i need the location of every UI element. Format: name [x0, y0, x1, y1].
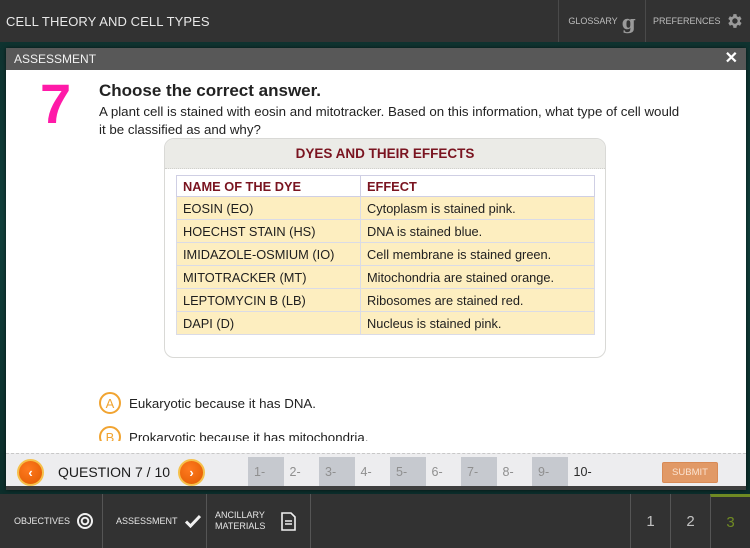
- ancillary-label: ANCILLARY MATERIALS: [215, 510, 265, 532]
- assessment-button[interactable]: ASSESSMENT: [103, 494, 207, 548]
- question-page-3[interactable]: 3-: [319, 456, 355, 488]
- document-icon: [281, 511, 297, 531]
- question-page-4[interactable]: 4-: [355, 457, 391, 488]
- preferences-button[interactable]: PREFERENCES: [645, 0, 750, 42]
- modal-header: ASSESSMENT ✕: [6, 48, 746, 70]
- objectives-button[interactable]: OBJECTIVES: [0, 494, 103, 548]
- table-row: IMIDAZOLE-OSMIUM (IO) Cell membrane is s…: [176, 242, 595, 266]
- footer-page-1[interactable]: 1: [630, 494, 670, 548]
- chevron-left-icon: ‹: [28, 464, 33, 480]
- question-page-7[interactable]: 7-: [461, 456, 497, 488]
- column-header-effect: EFFECT: [360, 175, 595, 197]
- dye-name: HOECHST STAIN (HS): [176, 219, 361, 243]
- glossary-label: GLOSSARY: [568, 16, 618, 26]
- question-heading: Choose the correct answer.: [99, 81, 322, 100]
- glossary-icon: g: [621, 10, 636, 34]
- top-bar: CELL THEORY AND CELL TYPES GLOSSARY g PR…: [0, 0, 750, 42]
- table-row: DAPI (D) Nucleus is stained pink.: [176, 311, 595, 335]
- glossary-button[interactable]: GLOSSARY g: [558, 0, 645, 42]
- modal-title: ASSESSMENT: [14, 52, 97, 66]
- dye-effect: Ribosomes are stained red.: [360, 288, 595, 312]
- dye-name: IMIDAZOLE-OSMIUM (IO): [176, 242, 361, 266]
- question-page-5[interactable]: 5-: [390, 456, 426, 488]
- option-a[interactable]: A Eukaryotic because it has DNA.: [99, 392, 699, 414]
- dye-effect: Mitochondria are stained orange.: [360, 265, 595, 289]
- footer-spacer: [311, 494, 630, 548]
- dye-name: EOSIN (EO): [176, 196, 361, 220]
- nav-bottom-strip: [6, 486, 746, 490]
- preferences-label: PREFERENCES: [653, 16, 721, 26]
- table-header-row: NAME OF THE DYE EFFECT: [176, 175, 595, 197]
- ancillary-materials-button[interactable]: ANCILLARY MATERIALS: [207, 494, 311, 548]
- dyes-table-panel: DYES AND THEIR EFFECTS NAME OF THE DYE E…: [164, 138, 606, 358]
- option-letter-b[interactable]: B: [99, 426, 121, 441]
- question-counter: QUESTION 7 / 10: [58, 464, 171, 480]
- chevron-right-icon: ›: [189, 464, 194, 480]
- previous-question-button[interactable]: ‹: [17, 458, 44, 486]
- question-pages: 1- 2- 3- 4- 5- 6- 7- 8- 9- 10-: [248, 456, 604, 488]
- table-row: EOSIN (EO) Cytoplasm is stained pink.: [176, 196, 595, 220]
- checkmark-icon: [184, 514, 201, 528]
- objectives-label: OBJECTIVES: [14, 516, 71, 526]
- footer-page-2[interactable]: 2: [670, 494, 710, 548]
- dye-name: DAPI (D): [176, 311, 361, 335]
- target-icon: [77, 513, 94, 529]
- app-title: CELL THEORY AND CELL TYPES: [6, 13, 210, 29]
- next-question-button[interactable]: ›: [178, 458, 206, 486]
- answer-options: A Eukaryotic because it has DNA. B Proka…: [99, 392, 699, 441]
- footer-bar: OBJECTIVES ASSESSMENT ANCILLARY MATERIAL…: [0, 494, 750, 548]
- table-row: LEPTOMYCIN B (LB) Ribosomes are stained …: [176, 288, 595, 312]
- dye-name: LEPTOMYCIN B (LB): [176, 288, 361, 312]
- dye-name: MITOTRACKER (MT): [176, 265, 361, 289]
- close-icon[interactable]: ✕: [725, 51, 738, 67]
- question-number: 7: [40, 72, 72, 135]
- assessment-modal: ASSESSMENT ✕ 7 Choose the correct answer…: [6, 48, 746, 490]
- question-page-1[interactable]: 1-: [248, 456, 284, 488]
- column-header-dye: NAME OF THE DYE: [176, 175, 361, 197]
- option-text-a[interactable]: Eukaryotic because it has DNA.: [129, 396, 316, 411]
- table-row: MITOTRACKER (MT) Mitochondria are staine…: [176, 265, 595, 289]
- ancillary-label-line-2: MATERIALS: [215, 521, 266, 531]
- option-b[interactable]: B Prokaryotic because it has mitochondri…: [99, 426, 699, 441]
- dye-effect: DNA is stained blue.: [360, 219, 595, 243]
- dyes-table: NAME OF THE DYE EFFECT EOSIN (EO) Cytopl…: [176, 175, 595, 335]
- table-row: HOECHST STAIN (HS) DNA is stained blue.: [176, 219, 595, 243]
- ancillary-label-line-1: ANCILLARY: [215, 510, 265, 520]
- footer-page-3[interactable]: 3: [710, 494, 750, 548]
- submit-button[interactable]: SUBMIT: [662, 461, 718, 483]
- question-page-2[interactable]: 2-: [284, 457, 320, 488]
- dye-effect: Nucleus is stained pink.: [360, 311, 595, 335]
- option-text-b[interactable]: Prokaryotic because it has mitochondria.: [129, 430, 368, 442]
- question-page-8[interactable]: 8-: [497, 457, 533, 488]
- table-title: DYES AND THEIR EFFECTS: [165, 139, 605, 169]
- option-letter-a[interactable]: A: [99, 392, 121, 414]
- question-text: A plant cell is stained with eosin and m…: [99, 104, 680, 137]
- question-page-9[interactable]: 9-: [532, 456, 568, 488]
- gear-icon: [727, 14, 742, 28]
- dye-effect: Cell membrane is stained green.: [360, 242, 595, 266]
- question-page-6[interactable]: 6-: [426, 457, 462, 488]
- dye-effect: Cytoplasm is stained pink.: [360, 196, 595, 220]
- question-navigation: ‹ QUESTION 7 / 10 › 1- 2- 3- 4- 5- 6- 7-…: [6, 453, 746, 490]
- question-page-10[interactable]: 10-: [568, 457, 604, 488]
- assessment-label: ASSESSMENT: [116, 516, 178, 526]
